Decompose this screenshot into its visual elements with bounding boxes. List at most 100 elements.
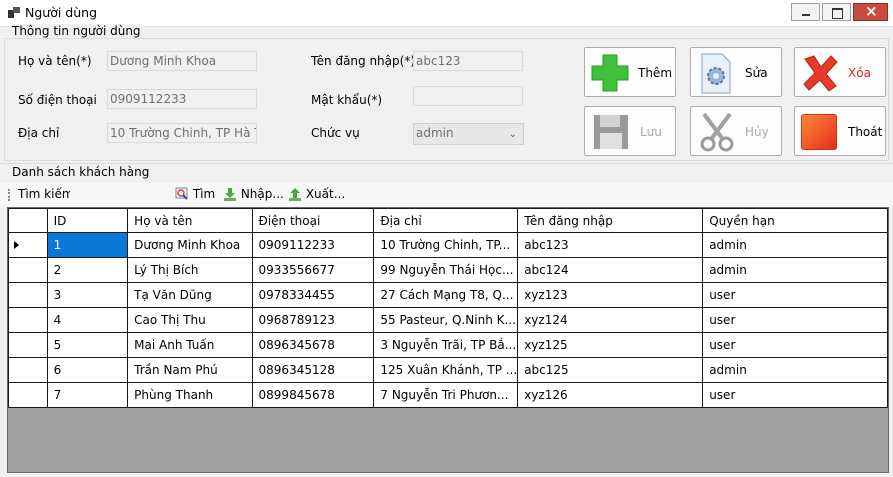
cell-username[interactable]: abc125 (517, 357, 704, 383)
cell-role[interactable]: admin (702, 232, 888, 258)
column-header-username[interactable]: Tên đăng nhập (517, 208, 704, 233)
cell-id[interactable]: 4 (46, 307, 129, 333)
search-icon (175, 187, 188, 200)
cell-id[interactable]: 6 (46, 357, 129, 383)
column-header-address[interactable]: Địa chỉ (373, 208, 519, 233)
customer-grid[interactable]: ID Họ và tên Điện thoại Địa chỉ Tên đăng… (7, 207, 889, 473)
cell-username[interactable]: xyz124 (517, 307, 704, 333)
search-button[interactable]: Tìm (175, 187, 215, 201)
cell-address[interactable]: 27 Cách Mạng T8, Q... (373, 282, 519, 308)
exit-button[interactable]: Thoát (794, 106, 886, 156)
table-row[interactable]: 3 Tạ Văn Dũng 0978334455 27 Cách Mạng T8… (8, 282, 888, 308)
export-button[interactable]: Xuất... (288, 187, 345, 201)
cell-address[interactable]: 99 Nguyễn Thái Học... (373, 257, 519, 283)
cancel-button[interactable]: Hủy (690, 106, 782, 156)
cell-fullname[interactable]: Mai Anh Tuấn (127, 332, 253, 358)
close-button[interactable]: × (853, 2, 888, 21)
cell-role[interactable]: admin (702, 257, 888, 283)
cell-address[interactable]: 55 Pasteur, Q.Ninh K... (373, 307, 519, 333)
minimize-button[interactable] (791, 3, 820, 21)
cell-id[interactable]: 3 (46, 282, 129, 308)
floppy-disk-icon (594, 115, 628, 149)
row-selector[interactable] (8, 357, 48, 383)
cell-role[interactable]: user (702, 332, 888, 358)
cell-phone[interactable]: 0978334455 (251, 282, 375, 308)
table-row[interactable]: 5 Mai Anh Tuấn 0896345678 3 Nguyễn Trãi,… (8, 332, 888, 358)
column-header-fullname[interactable]: Họ và tên (127, 208, 253, 233)
username-label: Tên đăng nhập(*) (311, 54, 415, 68)
cell-phone[interactable]: 0899845678 (251, 382, 375, 408)
delete-button[interactable]: Xóa (794, 47, 886, 97)
row-selector[interactable] (8, 382, 48, 408)
cell-role[interactable]: admin (702, 357, 888, 383)
add-button[interactable]: Thêm (584, 47, 676, 97)
cell-id[interactable]: 5 (46, 332, 129, 358)
window-title: Người dùng (25, 5, 98, 20)
cell-username[interactable]: xyz126 (517, 382, 704, 408)
cell-id[interactable]: 1 (46, 232, 129, 258)
table-row[interactable]: 4 Cao Thị Thu 0968789123 55 Pasteur, Q.N… (8, 307, 888, 333)
row-header-corner (8, 208, 48, 233)
search-button-label: Tìm (192, 187, 216, 201)
row-selector[interactable] (8, 332, 48, 358)
cell-username[interactable]: xyz123 (517, 282, 704, 308)
user-info-group-title: Thông tin người dùng (11, 24, 142, 38)
import-button[interactable]: Nhập... (223, 187, 284, 201)
row-selector[interactable] (8, 257, 48, 283)
cell-id[interactable]: 2 (46, 257, 129, 283)
cell-username[interactable]: abc123 (517, 232, 704, 258)
cell-phone[interactable]: 0896345678 (251, 332, 375, 358)
address-field[interactable]: 10 Trường Chinh, TP Hà Tĩnl (107, 123, 257, 143)
cell-phone[interactable]: 0896345128 (251, 357, 375, 383)
maximize-button[interactable] (822, 3, 851, 21)
cell-phone[interactable]: 0909112233 (251, 232, 375, 258)
cell-fullname[interactable]: Trần Nam Phú (127, 357, 253, 383)
cell-username[interactable]: abc124 (517, 257, 704, 283)
cancel-label: Hủy (745, 125, 769, 139)
header-row: ID Họ và tên Điện thoại Địa chỉ Tên đăng… (8, 208, 888, 233)
cell-id[interactable]: 7 (46, 382, 129, 408)
cell-address[interactable]: 10 Trường Chinh, TP... (373, 232, 519, 258)
settings-document-icon (701, 53, 731, 94)
table-row[interactable]: 1 Dương Minh Khoa 0909112233 10 Trường C… (8, 232, 888, 258)
edit-label: Sửa (745, 66, 768, 80)
search-input[interactable] (70, 185, 170, 204)
password-field[interactable] (413, 86, 523, 106)
address-label: Địa chỉ (18, 126, 60, 140)
column-header-role[interactable]: Quyền hạn (702, 208, 888, 233)
customer-group-title: Danh sách khách hàng (11, 165, 151, 179)
edit-button[interactable]: Sửa (690, 47, 782, 97)
save-button[interactable]: Lưu (584, 106, 676, 156)
close-icon: × (865, 2, 878, 20)
table-row[interactable]: 2 Lý Thị Bích 0933556677 99 Nguyễn Thái … (8, 257, 888, 283)
cell-phone[interactable]: 0933556677 (251, 257, 375, 283)
cell-address[interactable]: 3 Nguyễn Trãi, TP Bắ... (373, 332, 519, 358)
cell-fullname[interactable]: Cao Thị Thu (127, 307, 253, 333)
cell-address[interactable]: 125 Xuân Khánh, TP ... (373, 357, 519, 383)
cell-role[interactable]: user (702, 382, 888, 408)
cell-role[interactable]: user (702, 307, 888, 333)
save-label: Lưu (640, 125, 662, 139)
cell-fullname[interactable]: Lý Thị Bích (127, 257, 253, 283)
row-selector[interactable] (8, 307, 48, 333)
table-row[interactable]: 6 Trần Nam Phú 0896345128 125 Xuân Khánh… (8, 357, 888, 383)
column-header-phone[interactable]: Điện thoại (251, 208, 375, 233)
fullname-field[interactable]: Dương Minh Khoa (107, 51, 257, 71)
cell-fullname[interactable]: Dương Minh Khoa (127, 232, 253, 258)
phone-field[interactable]: 0909112233 (107, 89, 257, 109)
cell-role[interactable]: user (702, 282, 888, 308)
delete-label: Xóa (848, 66, 871, 80)
phone-label: Số điện thoại (18, 93, 97, 107)
cell-username[interactable]: xyz125 (517, 332, 704, 358)
column-header-id[interactable]: ID (46, 208, 129, 233)
table-row[interactable]: 7 Phùng Thanh 0899845678 7 Nguyễn Tri Ph… (8, 382, 888, 408)
cell-fullname[interactable]: Tạ Văn Dũng (127, 282, 253, 308)
cell-fullname[interactable]: Phùng Thanh (127, 382, 253, 408)
row-selector[interactable] (8, 282, 48, 308)
role-combobox[interactable]: admin ⌄ (413, 123, 524, 145)
row-selector-current[interactable] (8, 232, 48, 258)
cell-address[interactable]: 7 Nguyễn Tri Phươn... (373, 382, 519, 408)
section-divider (0, 163, 893, 164)
username-field[interactable]: abc123 (413, 51, 523, 71)
cell-phone[interactable]: 0968789123 (251, 307, 375, 333)
